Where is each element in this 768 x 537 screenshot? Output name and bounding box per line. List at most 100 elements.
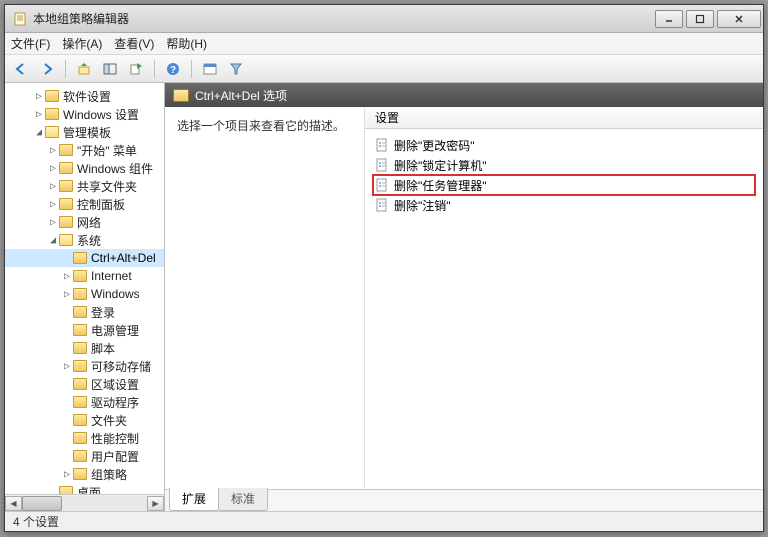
folder-icon <box>59 198 73 210</box>
tree-node[interactable]: ▷ 控制面板 <box>5 195 164 213</box>
tree-node[interactable]: 驱动程序 <box>5 393 164 411</box>
scroll-right-button[interactable]: ▶ <box>147 496 164 511</box>
forward-button[interactable] <box>37 59 57 79</box>
tree-node[interactable]: 用户配置 <box>5 447 164 465</box>
menu-help[interactable]: 帮助(H) <box>166 35 207 52</box>
folder-icon <box>73 450 87 462</box>
tree-node[interactable]: ▷ Internet <box>5 267 164 285</box>
export-button[interactable] <box>126 59 146 79</box>
filter-button[interactable] <box>226 59 246 79</box>
tree-node-label: 管理模板 <box>63 124 111 141</box>
tree-node[interactable]: Ctrl+Alt+Del <box>5 249 164 267</box>
expand-icon[interactable]: ◢ <box>33 127 45 138</box>
tree-node-label: 网络 <box>77 214 101 231</box>
folder-icon <box>59 162 73 174</box>
show-hide-tree-button[interactable] <box>100 59 120 79</box>
tree-node[interactable]: ◢ 系统 <box>5 231 164 249</box>
folder-icon <box>73 288 87 300</box>
policy-icon <box>375 178 389 192</box>
tree-node-label: "开始" 菜单 <box>77 142 137 159</box>
expand-icon[interactable]: ▷ <box>47 217 59 228</box>
status-text: 4 个设置 <box>13 513 59 530</box>
expand-icon[interactable]: ▷ <box>33 91 45 102</box>
list-item-label: 删除"注销" <box>394 197 451 214</box>
folder-icon <box>73 468 87 480</box>
expand-icon[interactable]: ▷ <box>61 271 73 282</box>
expand-icon[interactable]: ▷ <box>47 145 59 156</box>
list-item-label: 删除"更改密码" <box>394 137 475 154</box>
properties-button[interactable] <box>200 59 220 79</box>
main-pane: Ctrl+Alt+Del 选项 选择一个项目来查看它的描述。 设置 删除"更改密… <box>165 83 763 511</box>
tree-node[interactable]: 桌面 <box>5 483 164 494</box>
policy-icon <box>375 158 389 172</box>
expand-icon[interactable]: ◢ <box>47 235 59 246</box>
menu-view[interactable]: 查看(V) <box>114 35 154 52</box>
tree-scroll[interactable]: ▷软件设置▷Windows 设置 ◢ 管理模板 ▷ "开始" 菜单▷Windows 组件… <box>5 83 164 494</box>
list-item[interactable]: 删除"锁定计算机" <box>373 155 755 175</box>
policy-icon <box>375 138 389 152</box>
expand-icon[interactable]: ▷ <box>61 469 73 480</box>
folder-icon <box>73 414 87 426</box>
tree-node-label: Internet <box>91 269 132 283</box>
app-window: 本地组策略编辑器 文件(F) 操作(A) 查看(V) 帮助(H) ? ▷软件设置… <box>4 4 764 532</box>
back-button[interactable] <box>11 59 31 79</box>
tree-node[interactable]: 性能控制 <box>5 429 164 447</box>
tree-node-label: 组策略 <box>91 466 127 483</box>
tree-node[interactable]: ▷Windows <box>5 285 164 303</box>
list-item[interactable]: 删除"更改密码" <box>373 135 755 155</box>
tree-node[interactable]: ▷共享文件夹 <box>5 177 164 195</box>
scroll-track[interactable] <box>22 496 147 511</box>
tree-node[interactable]: 登录 <box>5 303 164 321</box>
tree-node[interactable]: ▷可移动存储 <box>5 357 164 375</box>
tree-pane: ▷软件设置▷Windows 设置 ◢ 管理模板 ▷ "开始" 菜单▷Windows 组件… <box>5 83 165 511</box>
tree-hscrollbar[interactable]: ◀ ▶ <box>5 494 164 511</box>
tree-node[interactable]: ◢ 管理模板 <box>5 123 164 141</box>
tree-node-label: Ctrl+Alt+Del <box>91 251 156 265</box>
tree-node-label: 系统 <box>77 232 101 249</box>
tree-node[interactable]: 电源管理 <box>5 321 164 339</box>
expand-icon[interactable]: ▷ <box>47 181 59 192</box>
titlebar: 本地组策略编辑器 <box>5 5 763 33</box>
expand-icon[interactable]: ▷ <box>47 163 59 174</box>
up-button[interactable] <box>74 59 94 79</box>
tree-node[interactable]: ▷Windows 组件 <box>5 159 164 177</box>
scroll-thumb[interactable] <box>22 496 62 511</box>
list-item[interactable]: 删除"任务管理器" <box>373 175 755 195</box>
folder-icon <box>73 432 87 444</box>
tab-standard[interactable]: 标准 <box>218 488 268 511</box>
menu-file[interactable]: 文件(F) <box>11 35 50 52</box>
app-icon <box>13 12 27 26</box>
tree-node-label: 用户配置 <box>91 448 139 465</box>
tree-node[interactable]: ▷Windows 设置 <box>5 105 164 123</box>
tree-node[interactable]: ▷ 组策略 <box>5 465 164 483</box>
path-header: Ctrl+Alt+Del 选项 <box>165 83 763 107</box>
tree-node-label: 桌面 <box>77 484 101 495</box>
menu-action[interactable]: 操作(A) <box>62 35 102 52</box>
expand-icon[interactable]: ▷ <box>33 109 45 120</box>
folder-icon <box>73 396 87 408</box>
tree-node[interactable]: 脚本 <box>5 339 164 357</box>
help-button[interactable]: ? <box>163 59 183 79</box>
list-header[interactable]: 设置 <box>365 107 763 129</box>
tree-node[interactable]: ▷软件设置 <box>5 87 164 105</box>
tree-node-label: 区域设置 <box>91 376 139 393</box>
list-item[interactable]: 删除"注销" <box>373 195 755 215</box>
expand-icon[interactable]: ▷ <box>47 199 59 210</box>
folder-icon <box>73 306 87 318</box>
tab-extended[interactable]: 扩展 <box>169 488 219 511</box>
folder-icon <box>59 180 73 192</box>
tree-node-label: 控制面板 <box>77 196 125 213</box>
expand-icon[interactable]: ▷ <box>61 361 73 372</box>
list-item-label: 删除"任务管理器" <box>394 177 487 194</box>
minimize-button[interactable] <box>655 10 683 28</box>
list-body: 删除"更改密码"删除"锁定计算机" 删除"任务管理器" 删除"注销" <box>365 129 763 489</box>
tree-node[interactable]: ▷ 网络 <box>5 213 164 231</box>
tree-node[interactable]: 文件夹 <box>5 411 164 429</box>
close-button[interactable] <box>717 10 761 28</box>
scroll-left-button[interactable]: ◀ <box>5 496 22 511</box>
expand-icon[interactable]: ▷ <box>61 289 73 300</box>
tree-node-label: 电源管理 <box>91 322 139 339</box>
tree-node[interactable]: 区域设置 <box>5 375 164 393</box>
maximize-button[interactable] <box>686 10 714 28</box>
tree-node[interactable]: ▷ "开始" 菜单 <box>5 141 164 159</box>
